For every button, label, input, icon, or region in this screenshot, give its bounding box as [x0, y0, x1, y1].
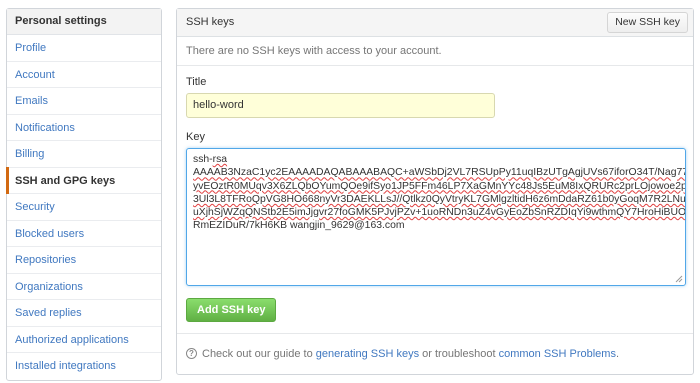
key-line: AAAAB3NzaC1yc2EAAAADAQABAAABAQC+aWSbDj2V…: [193, 167, 686, 179]
sidebar-item-profile[interactable]: Profile: [7, 35, 161, 62]
panel-header: SSH keys New SSH key: [177, 9, 693, 37]
title-label: Title: [186, 76, 207, 88]
key-line-part: rsa: [212, 154, 228, 165]
resize-grip-icon[interactable]: [675, 275, 683, 283]
sidebar-item-organizations[interactable]: Organizations: [7, 274, 161, 300]
key-line: ssh-rsa: [193, 154, 228, 165]
sidebar-item-account[interactable]: Account: [7, 62, 161, 88]
question-icon: ?: [186, 347, 197, 359]
sidebar-item-security[interactable]: Security: [7, 194, 161, 221]
sidebar-header: Personal settings: [7, 9, 161, 35]
common-ssh-problems-link[interactable]: common SSH Problems: [499, 348, 616, 360]
sidebar-item-blocked-users[interactable]: Blocked users: [7, 221, 161, 247]
key-label: Key: [186, 131, 205, 143]
footer-prefix: Check out our guide to: [202, 348, 316, 360]
add-ssh-key-button[interactable]: Add SSH key: [186, 298, 277, 322]
title-input[interactable]: hello-word: [186, 93, 495, 118]
sidebar-item-authorized-applications[interactable]: Authorized applications: [7, 327, 161, 353]
key-textarea[interactable]: ssh-rsa AAAAB3NzaC1yc2EAAAADAQABAAABAQC+…: [186, 148, 686, 286]
ssh-keys-panel: SSH keys New SSH key There are no SSH ke…: [176, 8, 694, 375]
key-line: uXjhSjWZqQNStb2E5imJjgvr27foGMK5PJvjPZv+…: [193, 207, 686, 219]
sidebar-item-installed-integrations[interactable]: Installed integrations: [7, 353, 161, 380]
sidebar-item-notifications[interactable]: Notifications: [7, 115, 161, 141]
sidebar-item-repositories[interactable]: Repositories: [7, 247, 161, 274]
sidebar-item-saved-replies[interactable]: Saved replies: [7, 300, 161, 327]
sidebar-item-emails[interactable]: Emails: [7, 88, 161, 115]
settings-sidebar: Personal settings Profile Account Emails…: [6, 8, 162, 381]
footer-middle: or troubleshoot: [419, 348, 499, 360]
sidebar-item-ssh-gpg-keys[interactable]: SSH and GPG keys: [6, 166, 161, 194]
help-footer: ? Check out our guide to generating SSH k…: [177, 333, 693, 375]
key-line: 3Ul3L8TFRoQpVG8HO668nyVr3DAEKLLsJ//Qtlkz…: [193, 193, 686, 205]
key-line: RmEZIDuR/7kH6KB wangjin_9629@163.com: [193, 220, 405, 232]
panel-title: SSH keys: [186, 16, 235, 28]
footer-suffix: .: [615, 348, 620, 360]
sidebar-item-billing[interactable]: Billing: [7, 141, 161, 168]
new-ssh-key-button[interactable]: New SSH key: [607, 12, 688, 33]
key-line: yvEOztR0MUqv3X6ZLQbOYumQOe9ifSyo1JP5FFm4…: [193, 180, 686, 192]
generating-ssh-keys-link[interactable]: generating SSH keys: [316, 348, 419, 360]
empty-keys-message: There are no SSH keys with access to you…: [177, 37, 693, 66]
